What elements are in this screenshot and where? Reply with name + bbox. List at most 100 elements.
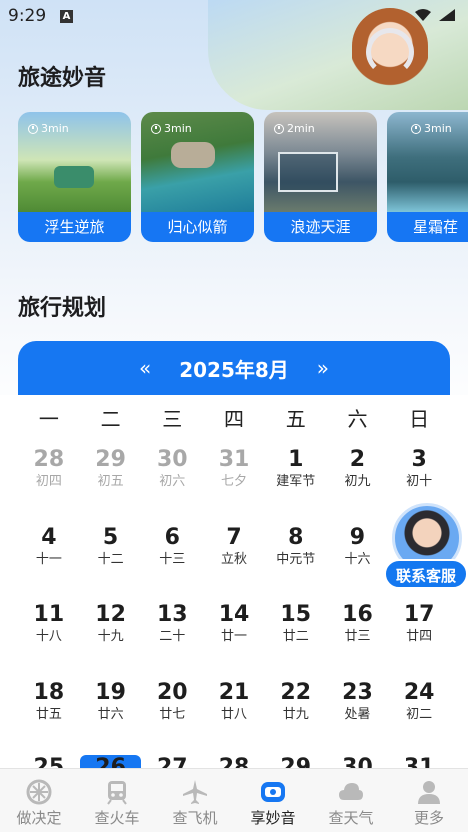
day-number: 4 [41, 525, 57, 550]
person-icon [418, 781, 440, 804]
day-lunar-label: 中元节 [276, 552, 316, 567]
calendar-day[interactable]: 4 十一 [18, 525, 80, 569]
day-number: 12 [95, 602, 126, 627]
day-lunar-label: 廿九 [282, 707, 309, 722]
calendar-day[interactable]: 14 廿一 [203, 602, 265, 646]
day-lunar-label: 廿八 [221, 707, 248, 722]
calendar-day[interactable]: 7 立秋 [203, 525, 265, 569]
train-icon [107, 781, 127, 805]
prev-month-button[interactable]: « [139, 356, 151, 380]
customer-service-label: 联系客服 [384, 559, 468, 589]
day-number: 29 [95, 447, 126, 472]
day-lunar-label: 十三 [159, 552, 186, 567]
calendar-day[interactable]: 17 廿四 [388, 602, 450, 646]
calendar-day[interactable]: 21 廿八 [203, 680, 265, 724]
day-lunar-label: 廿三 [344, 629, 371, 644]
day-lunar-label: 处暑 [344, 707, 371, 722]
clock-icon [274, 123, 284, 134]
day-lunar-label: 廿四 [406, 629, 433, 644]
music-card-label: 星霜荏 [387, 212, 468, 242]
day-number: 3 [411, 447, 427, 472]
calendar-day[interactable]: 1 建军节 [265, 447, 327, 491]
calendar-day[interactable]: 22 廿九 [265, 680, 327, 724]
weekday-label: 一 [38, 407, 59, 431]
calendar-day[interactable]: 16 廿三 [327, 602, 389, 646]
day-lunar-label: 初九 [344, 474, 371, 489]
status-bar: 9:29 A [0, 0, 468, 32]
fort-shape [171, 142, 215, 168]
tab-label: 查火车 [94, 809, 140, 827]
calendar-day[interactable]: 31 七夕 [203, 447, 265, 491]
calendar-day[interactable]: 15 廿二 [265, 602, 327, 646]
weekday-label: 五 [285, 407, 306, 431]
tab-more[interactable]: 更多 [390, 769, 468, 832]
calendar-day[interactable]: 30 初六 [141, 447, 203, 491]
wifi-icon [415, 9, 431, 21]
day-lunar-label: 十六 [344, 552, 371, 567]
music-card-label: 浮生逆旅 [18, 212, 131, 242]
day-lunar-label: 十八 [35, 629, 62, 644]
calendar-day[interactable]: 29 初五 [80, 447, 142, 491]
calendar-day[interactable]: 12 十九 [80, 602, 142, 646]
day-number: 22 [280, 680, 312, 705]
day-lunar-label: 初二 [406, 707, 433, 722]
day-number: 24 [403, 680, 435, 705]
music-card-label: 浪迹天涯 [264, 212, 377, 242]
music-card-list[interactable]: 3min 浮生逆旅 3min 归心似箭 2min 浪迹天涯 3min 星霜荏 [18, 112, 468, 244]
calendar-day[interactable]: 2 初九 [327, 447, 389, 491]
calendar-day[interactable]: 3 初十 [388, 447, 450, 491]
music-card[interactable]: 3min 浮生逆旅 [18, 112, 131, 242]
day-number: 7 [226, 525, 242, 550]
clock-icon [28, 123, 38, 134]
calendar-day[interactable]: 18 廿五 [18, 680, 80, 724]
plane-icon [183, 780, 207, 804]
calendar-week-row: 18 廿五 19 廿六 20 廿七 21 廿八 22 廿九 23 处暑 24 初二 [18, 680, 450, 724]
day-lunar-label: 廿一 [221, 629, 248, 644]
day-number: 1 [288, 447, 304, 472]
weekday-row: 一 二 三 四 五 六 日 [18, 403, 450, 432]
tab-train[interactable]: 查火车 [78, 769, 156, 832]
calendar-day[interactable]: 9 十六 [327, 525, 389, 569]
clock-icon [151, 123, 161, 134]
calendar-week-row: 11 十八 12 十九 13 二十 14 廿一 15 廿二 16 廿三 17 廿四 [18, 602, 450, 646]
calendar-day[interactable]: 8 中元节 [265, 525, 327, 569]
customer-service-button[interactable]: 联系客服 [384, 503, 468, 589]
tab-weather[interactable]: 查天气 [312, 769, 390, 832]
music-section-title: 旅途妙音 [18, 66, 107, 91]
calendar-day[interactable]: 19 廿六 [80, 680, 142, 724]
duration-badge: 3min [151, 122, 192, 135]
tab-plane[interactable]: 查飞机 [156, 769, 234, 832]
calendar-header: « 2025年8月 » [18, 341, 450, 395]
headphone-illustration [366, 28, 414, 76]
music-card[interactable]: 2min 浪迹天涯 [264, 112, 377, 242]
next-month-button[interactable]: » [317, 356, 329, 380]
calendar-day[interactable]: 20 廿七 [141, 680, 203, 724]
music-card[interactable]: 3min 星霜荏 [387, 112, 468, 242]
calendar-day[interactable]: 23 处暑 [327, 680, 389, 724]
calendar-day[interactable]: 6 十三 [141, 525, 203, 569]
tab-music[interactable]: 享妙音 [234, 769, 312, 832]
weekday-label: 三 [162, 407, 183, 431]
music-icon [261, 782, 285, 802]
weekday-label: 二 [100, 407, 121, 431]
day-lunar-label: 廿二 [282, 629, 309, 644]
day-lunar-label: 七夕 [221, 474, 248, 489]
day-number: 21 [218, 680, 250, 705]
calendar-day[interactable]: 28 初四 [18, 447, 80, 491]
day-number: 18 [33, 680, 65, 705]
van-shape [54, 166, 94, 188]
tab-decision[interactable]: 做决定 [0, 769, 78, 832]
day-number: 20 [156, 680, 188, 705]
duration-badge: 2min [274, 122, 315, 135]
day-number: 2 [349, 447, 366, 472]
day-lunar-label: 立秋 [221, 552, 248, 567]
notification-icon: A [60, 10, 73, 23]
calendar-day[interactable]: 11 十八 [18, 602, 80, 646]
calendar-day[interactable]: 13 二十 [141, 602, 203, 646]
tab-label: 查天气 [328, 809, 374, 827]
day-number: 16 [342, 602, 373, 627]
weekday-label: 日 [409, 407, 430, 431]
music-card[interactable]: 3min 归心似箭 [141, 112, 254, 242]
calendar-day[interactable]: 24 初二 [388, 680, 450, 724]
calendar-day[interactable]: 5 十二 [80, 525, 142, 569]
